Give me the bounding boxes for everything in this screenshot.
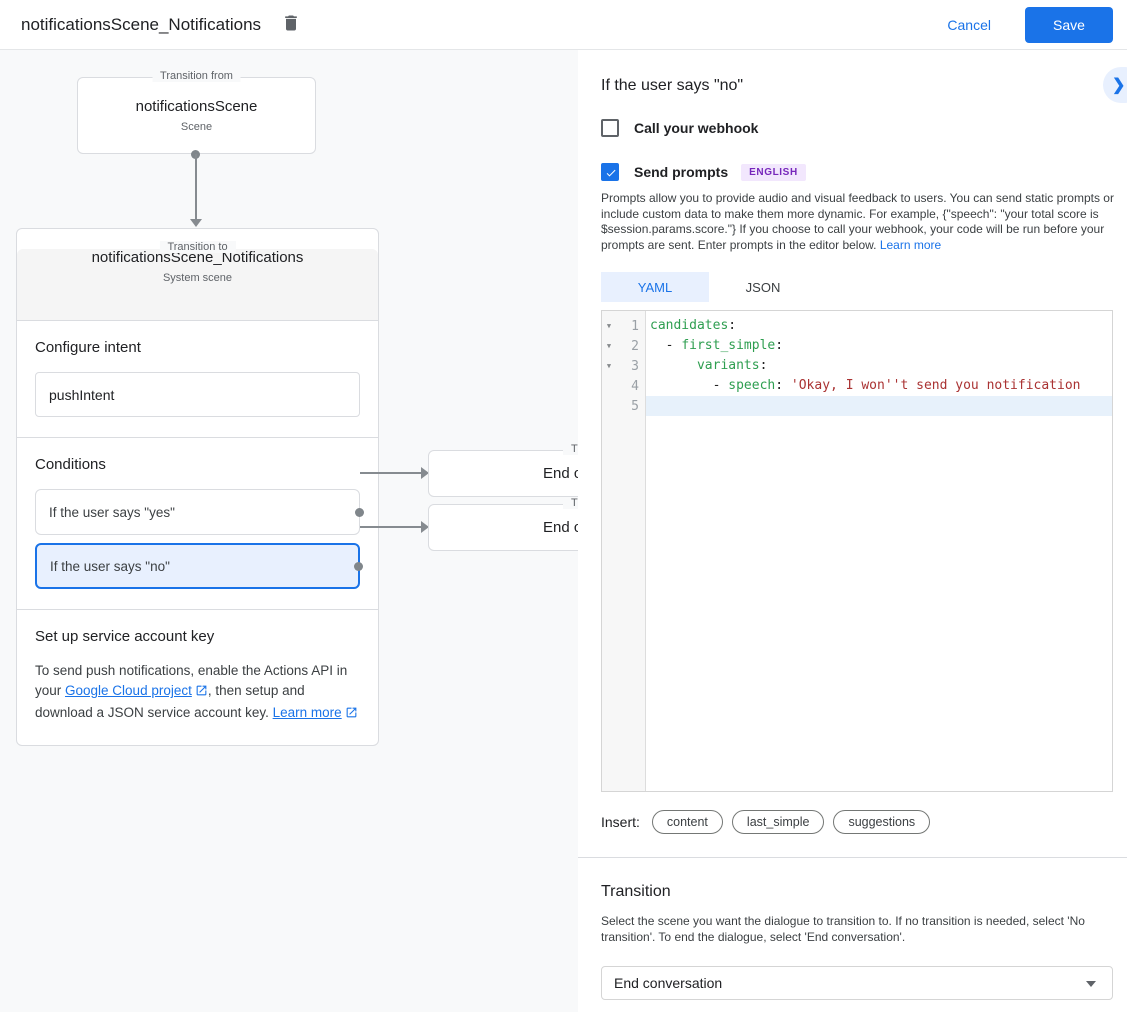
yaml-punct: : bbox=[775, 378, 791, 393]
scene-flow-canvas[interactable]: Transition from notificationsScene Scene… bbox=[0, 50, 578, 1012]
top-bar: notificationsScene_Notifications Cancel … bbox=[0, 0, 1127, 50]
end-node-name: End conversation bbox=[543, 519, 578, 536]
from-scene-type: Scene bbox=[78, 121, 315, 133]
scene-card: Transition to notificationsScene_Notific… bbox=[16, 228, 379, 746]
external-link-icon bbox=[195, 683, 208, 703]
insert-chip-content[interactable]: content bbox=[652, 810, 723, 834]
code-line-2: - first_simple: bbox=[646, 336, 1112, 356]
configure-intent-heading: Configure intent bbox=[35, 339, 360, 356]
service-account-section: Set up service account key To send push … bbox=[17, 609, 378, 745]
transition-to-label: Transition to bbox=[159, 241, 235, 253]
yaml-punct: : bbox=[728, 318, 736, 333]
code-line-1: candidates: bbox=[646, 316, 1112, 336]
configure-intent-section: Configure intent pushIntent bbox=[17, 321, 378, 437]
from-scene-name: notificationsScene bbox=[78, 98, 315, 115]
fold-arrow-icon[interactable]: ▼ bbox=[602, 362, 616, 370]
trash-icon bbox=[281, 21, 301, 36]
code-line-4: - speech: 'Okay, I won''t send you notif… bbox=[646, 376, 1112, 396]
line-number: 3 bbox=[616, 359, 645, 374]
end-conversation-node-no[interactable]: Transition to End conversation bbox=[428, 504, 578, 551]
connector-arrowhead bbox=[190, 219, 202, 227]
transition-selected-value: End conversation bbox=[614, 975, 722, 991]
line-number: 4 bbox=[616, 379, 645, 394]
service-account-heading: Set up service account key bbox=[35, 628, 360, 645]
dropdown-caret-icon bbox=[1086, 981, 1096, 987]
yaml-key: variants bbox=[697, 358, 760, 373]
transition-heading: Transition bbox=[601, 883, 671, 901]
end-conversation-node-yes[interactable]: Transition to End conversation bbox=[428, 450, 578, 497]
fold-arrow-icon[interactable]: ▼ bbox=[602, 342, 616, 350]
line-number: 5 bbox=[616, 399, 645, 414]
transition-description: Select the scene you want the dialogue t… bbox=[601, 914, 1117, 945]
service-account-text: To send push notifications, enable the A… bbox=[35, 661, 363, 725]
conditions-heading: Conditions bbox=[35, 456, 360, 473]
yaml-key: first_simple bbox=[681, 338, 775, 353]
intent-item[interactable]: pushIntent bbox=[35, 372, 360, 417]
end-node-name: End conversation bbox=[543, 465, 578, 482]
insert-chip-suggestions[interactable]: suggestions bbox=[833, 810, 930, 834]
line-number: 1 bbox=[616, 319, 645, 334]
condition-detail-panel: If the user says "no" ❯ Call your webhoo… bbox=[578, 50, 1127, 1012]
cancel-button[interactable]: Cancel bbox=[947, 17, 991, 33]
transition-select[interactable]: End conversation bbox=[601, 966, 1113, 1000]
learn-more-link[interactable]: Learn more bbox=[880, 238, 941, 252]
panel-title: If the user says "no" bbox=[601, 77, 743, 95]
send-prompts-checkbox[interactable] bbox=[601, 163, 619, 181]
editor-gutter: ▼1 ▼2 ▼3 4 5 bbox=[602, 311, 646, 791]
insert-row: Insert: content last_simple suggestions bbox=[601, 810, 939, 834]
condition-yes-port bbox=[355, 508, 364, 517]
insert-chip-last-simple[interactable]: last_simple bbox=[732, 810, 825, 834]
condition-no-port bbox=[354, 562, 363, 571]
prompts-description-text: Prompts allow you to provide audio and v… bbox=[601, 191, 1114, 252]
yaml-key: speech bbox=[728, 378, 775, 393]
line-number: 2 bbox=[616, 339, 645, 354]
end-node-label: Transition to bbox=[563, 443, 578, 455]
editor-code-area[interactable]: candidates: - first_simple: variants: - … bbox=[646, 311, 1112, 791]
insert-label: Insert: bbox=[601, 814, 640, 830]
save-button[interactable]: Save bbox=[1025, 7, 1113, 43]
yaml-punct: - bbox=[650, 378, 728, 393]
webhook-label: Call your webhook bbox=[634, 120, 758, 136]
tab-json[interactable]: JSON bbox=[709, 272, 817, 302]
yaml-punct bbox=[650, 358, 697, 373]
delete-scene-button[interactable] bbox=[279, 13, 303, 37]
condition-no-label: If the user says "no" bbox=[50, 559, 170, 574]
yaml-string: 'Okay, I won''t send you notification bbox=[791, 378, 1081, 393]
edge-no-line bbox=[360, 526, 422, 528]
transition-from-label: Transition from bbox=[152, 70, 241, 82]
webhook-row: Call your webhook bbox=[601, 119, 758, 137]
yaml-punct: - bbox=[650, 338, 681, 353]
yaml-punct: : bbox=[760, 358, 768, 373]
chevron-right-icon: ❯ bbox=[1112, 77, 1125, 94]
condition-item-yes[interactable]: If the user says "yes" bbox=[35, 489, 360, 535]
yaml-punct: : bbox=[775, 338, 783, 353]
conditions-section: Conditions If the user says "yes" If the… bbox=[17, 437, 378, 609]
prompt-code-editor[interactable]: ▼1 ▼2 ▼3 4 5 candidates: - first_simple:… bbox=[601, 310, 1113, 792]
external-link-icon bbox=[345, 705, 358, 725]
tab-yaml[interactable]: YAML bbox=[601, 272, 709, 302]
transition-to-node[interactable]: Transition to notificationsScene_Notific… bbox=[17, 249, 378, 321]
code-line-3: variants: bbox=[646, 356, 1112, 376]
collapse-panel-button[interactable]: ❯ bbox=[1103, 67, 1127, 103]
yaml-key: candidates bbox=[650, 318, 728, 333]
learn-more-link[interactable]: Learn more bbox=[273, 705, 342, 720]
google-cloud-project-link[interactable]: Google Cloud project bbox=[65, 683, 192, 698]
section-divider bbox=[578, 857, 1127, 858]
language-badge: ENGLISH bbox=[741, 164, 806, 181]
fold-arrow-icon[interactable]: ▼ bbox=[602, 322, 616, 330]
transition-from-node[interactable]: Transition from notificationsScene Scene bbox=[77, 77, 316, 154]
page-title: notificationsScene_Notifications bbox=[21, 15, 261, 35]
edge-yes-line bbox=[360, 472, 422, 474]
condition-item-no[interactable]: If the user says "no" bbox=[35, 543, 360, 589]
code-line-5-cursor bbox=[646, 396, 1112, 416]
scene-type: System scene bbox=[17, 272, 378, 284]
send-prompts-label: Send prompts bbox=[634, 164, 728, 180]
end-node-label: Transition to bbox=[563, 497, 578, 509]
editor-format-tabs: YAML JSON bbox=[601, 272, 817, 302]
prompts-description: Prompts allow you to provide audio and v… bbox=[601, 191, 1117, 253]
webhook-checkbox[interactable] bbox=[601, 119, 619, 137]
send-prompts-row: Send prompts ENGLISH bbox=[601, 163, 806, 181]
condition-yes-label: If the user says "yes" bbox=[49, 505, 175, 520]
connector-line bbox=[195, 154, 197, 220]
